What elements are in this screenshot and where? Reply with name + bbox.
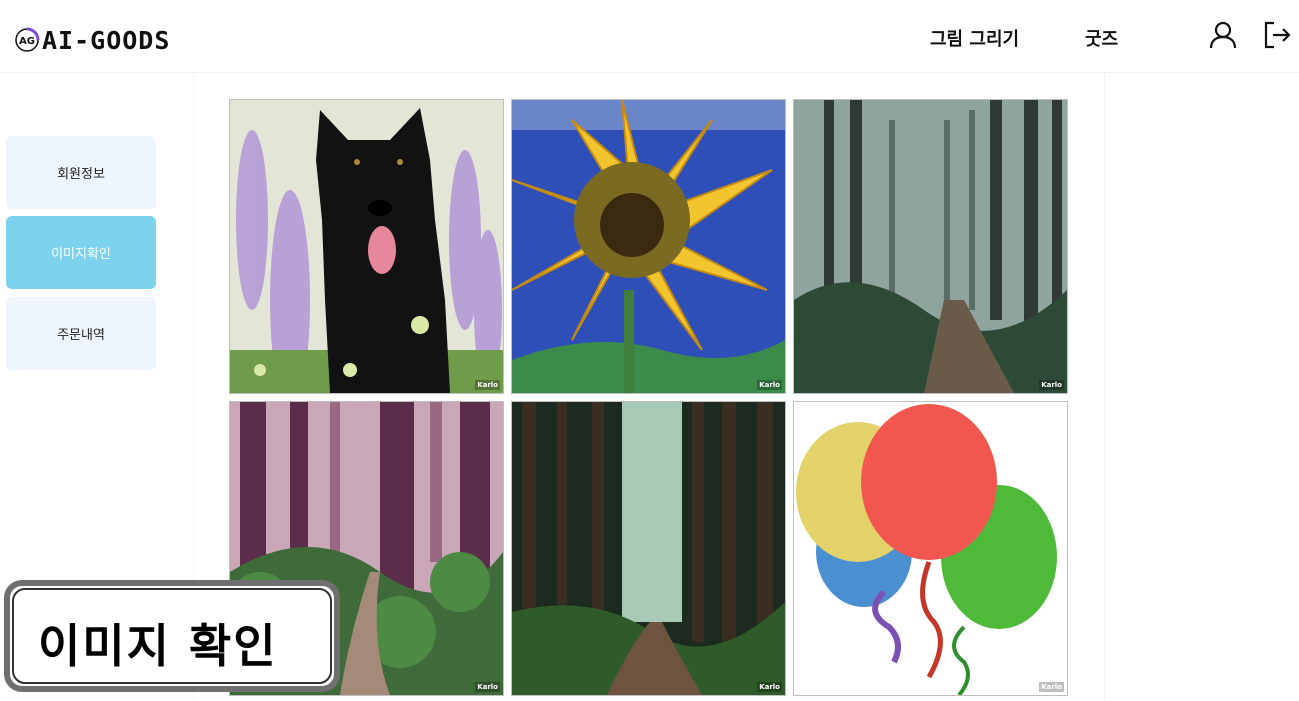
sidebar-item-label: 주문내역 xyxy=(57,328,105,343)
gallery-image-sunflower[interactable]: Karlo xyxy=(511,99,786,394)
logo-mark-icon: AG xyxy=(15,27,40,52)
nav-goods[interactable]: 굿즈 xyxy=(1085,25,1118,51)
sidebar-item-label: 회원정보 xyxy=(57,167,105,182)
gallery-image-misty-forest[interactable]: Karlo xyxy=(793,99,1068,394)
sidebar-item-member-info[interactable]: 회원정보 xyxy=(6,136,156,209)
user-icon[interactable] xyxy=(1208,20,1238,50)
content-divider xyxy=(1104,73,1105,701)
watermark: Karlo xyxy=(475,682,500,692)
logout-icon[interactable] xyxy=(1262,20,1292,50)
top-header: AG AI-GOODS 그림 그리기 굿즈 xyxy=(0,0,1299,73)
watermark: Karlo xyxy=(1039,682,1064,692)
logo[interactable]: AG AI-GOODS xyxy=(14,24,170,56)
sidebar-item-order-history[interactable]: 주문내역 xyxy=(6,297,156,370)
watermark: Karlo xyxy=(757,682,782,692)
gallery-image-forest-trail[interactable]: Karlo xyxy=(511,401,786,696)
logo-text: AI-GOODS xyxy=(42,25,171,55)
overlay-title: 이미지 확인 xyxy=(38,619,278,673)
gallery-image-balloons[interactable]: Karlo xyxy=(793,401,1068,696)
watermark: Karlo xyxy=(1039,380,1064,390)
page-title-overlay: 이미지 확인 xyxy=(4,580,340,692)
sidebar-item-label: 이미지확인 xyxy=(51,247,111,262)
sidebar-item-image-check[interactable]: 이미지확인 xyxy=(6,216,156,289)
watermark: Karlo xyxy=(475,380,500,390)
watermark: Karlo xyxy=(757,380,782,390)
nav-draw[interactable]: 그림 그리기 xyxy=(930,25,1019,51)
svg-text:AG: AG xyxy=(19,36,35,47)
gallery-image-dog[interactable]: Karlo xyxy=(229,99,504,394)
